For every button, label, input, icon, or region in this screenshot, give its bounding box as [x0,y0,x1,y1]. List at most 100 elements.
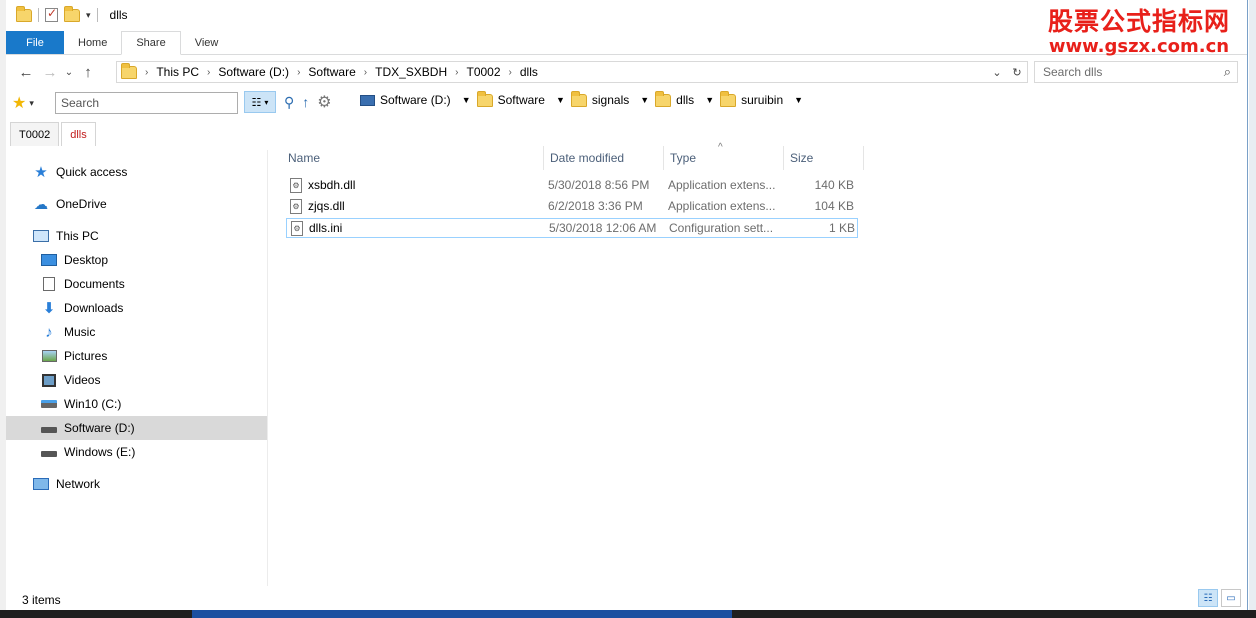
chevron-down-icon[interactable]: ▼ [462,95,471,105]
breadcrumb-t0002[interactable]: T0002 [466,65,500,79]
nav-item-pictures[interactable]: Pictures [6,344,267,368]
chevron-down-icon[interactable]: ▼ [794,95,803,105]
quick-access-icon: ★ [34,164,48,181]
column-header-type[interactable]: Type [664,146,784,170]
customize-toolbar-dropdown-icon[interactable]: ▾ [86,10,91,21]
back-arrow-icon[interactable]: ← [14,64,38,81]
nav-item-label: Software (D:) [64,421,135,435]
search-input[interactable]: Search dlls ⌕ [1034,61,1238,83]
nav-item-label: Pictures [64,349,108,363]
breadcrumb-dlls[interactable]: dlls [520,65,538,79]
nav-item-quick-access[interactable]: ★ Quick access [6,160,267,184]
music-icon: ♪ [45,323,53,341]
nav-item-music[interactable]: ♪ Music [6,320,267,344]
chevron-down-icon[interactable]: ▼ [705,95,714,105]
tab-share[interactable]: Share [121,31,181,55]
chevron-down-icon[interactable]: ▼ [556,95,565,105]
nav-item-videos[interactable]: Videos [6,368,267,392]
folder-icon[interactable] [16,5,32,22]
file-row[interactable]: ⚙ xsbdh.dll 5/30/2018 8:56 PM Applicatio… [286,176,858,196]
toolbar-icon-group: ☷ ▾ ⚲ ↑ ⚙ [244,91,332,113]
file-name: xsbdh.dll [308,178,356,192]
details-view-toggle-icon[interactable]: ☷ [1198,589,1218,607]
nav-item-label: Downloads [64,301,124,315]
favorites-dropdown-icon[interactable]: ▾ [29,98,34,109]
nav-item-this-pc[interactable]: This PC [6,224,267,248]
gear-icon[interactable]: ⚙ [317,92,331,112]
up-folder-icon[interactable]: ↑ [302,94,309,110]
up-arrow-icon[interactable]: ↑ [76,64,100,81]
quicklink-label: Software (D:) [380,93,451,107]
window-title: dlls [109,8,128,22]
folder-icon [121,62,137,79]
quicklink-signals[interactable]: signals ▼ [570,90,649,107]
breadcrumb-software[interactable]: Software [308,65,355,79]
breadcrumb-separator-icon[interactable]: › [145,67,148,78]
explorer-window: ▾ dlls File Home Share View ← → ⌄ ↑ › Th… [6,0,1248,610]
new-folder-icon[interactable] [64,5,80,22]
downloads-icon: ⬇ [42,300,56,317]
nav-item-desktop[interactable]: Desktop [6,248,267,272]
forward-arrow-icon[interactable]: → [38,64,62,81]
drive-icon [360,94,375,106]
drive-icon [40,421,58,435]
breadcrumb-separator-icon[interactable]: › [364,67,367,78]
nav-item-label: Windows (E:) [64,445,136,459]
large-icons-view-toggle-icon[interactable]: ▭ [1221,589,1241,607]
nav-item-software-d[interactable]: Software (D:) [6,416,267,440]
file-type: Application extens... [668,199,776,213]
folder-tab-dlls[interactable]: dlls [61,122,96,146]
breadcrumb-separator-icon[interactable]: › [297,67,300,78]
nav-item-network[interactable]: Network [6,472,267,496]
link-icon[interactable]: ⚲ [284,94,294,111]
tab-view[interactable]: View [181,31,233,54]
recent-locations-chevron-icon[interactable]: ⌄ [62,67,76,78]
status-bar: 3 items ☷ ▭ [6,588,1247,610]
file-type: Application extens... [668,178,776,192]
breadcrumb-separator-icon[interactable]: › [455,67,458,78]
folder-tab-t0002[interactable]: T0002 [10,122,60,146]
folder-icon [655,90,672,107]
quicklink-software[interactable]: Software ▼ [476,90,565,107]
nav-item-downloads[interactable]: ⬇ Downloads [6,296,267,320]
breadcrumb-software-d[interactable]: Software (D:) [218,65,289,79]
windows-drive-icon [40,397,58,411]
refresh-icon[interactable]: ↻ [1007,66,1027,79]
folder-tab-strip: T0002 dlls [6,121,1247,146]
breadcrumb-separator-icon[interactable]: › [509,67,512,78]
breadcrumb-this-pc[interactable]: This PC [156,65,199,79]
tab-file[interactable]: File [6,31,64,54]
nav-item-label: Videos [64,373,101,387]
search-icon[interactable]: ⌕ [1224,64,1231,80]
column-header-date-modified[interactable]: Date modified [544,146,664,170]
taskbar-highlight [192,610,732,618]
breadcrumb-separator-icon[interactable]: › [207,67,210,78]
nav-item-label: Network [56,477,101,491]
address-bar[interactable]: › This PC › Software (D:) › Software › T… [116,61,1028,83]
file-size: 104 KB [814,199,854,213]
network-icon [32,477,50,491]
nav-item-documents[interactable]: Documents [6,272,267,296]
toolbar-search-input[interactable]: Search [55,92,238,114]
nav-item-win10-c[interactable]: Win10 (C:) [6,392,267,416]
chevron-down-icon[interactable]: ▼ [640,95,649,105]
nav-item-onedrive[interactable]: ☁ OneDrive [6,192,267,216]
view-mode-button[interactable]: ☷ ▾ [244,91,276,113]
nav-item-label: Win10 (C:) [64,397,122,411]
quicklink-suruibin[interactable]: suruibin ▼ [720,90,803,107]
column-header-size[interactable]: Size [784,146,864,170]
folder-icon [720,90,737,107]
quicklink-dlls[interactable]: dlls ▼ [655,90,714,107]
properties-icon[interactable] [45,6,58,22]
column-header-name[interactable]: Name [282,146,544,170]
file-row[interactable]: ⚙ zjqs.dll 6/2/2018 3:36 PM Application … [286,197,858,217]
breadcrumb-tdx-sxbdh[interactable]: TDX_SXBDH [375,65,447,79]
file-row[interactable]: ⚙ dlls.ini 5/30/2018 12:06 AM Configurat… [286,218,858,238]
nav-item-label: Desktop [64,253,109,267]
favorites-star-icon[interactable]: ★ [12,93,26,113]
nav-item-windows-e[interactable]: Windows (E:) [6,440,267,464]
tab-home[interactable]: Home [64,31,121,54]
address-history-dropdown-icon[interactable]: ⌄ [987,66,1007,79]
quicklink-software-d[interactable]: Software (D:) ▼ [360,93,471,107]
quicklink-label: dlls [676,93,695,107]
